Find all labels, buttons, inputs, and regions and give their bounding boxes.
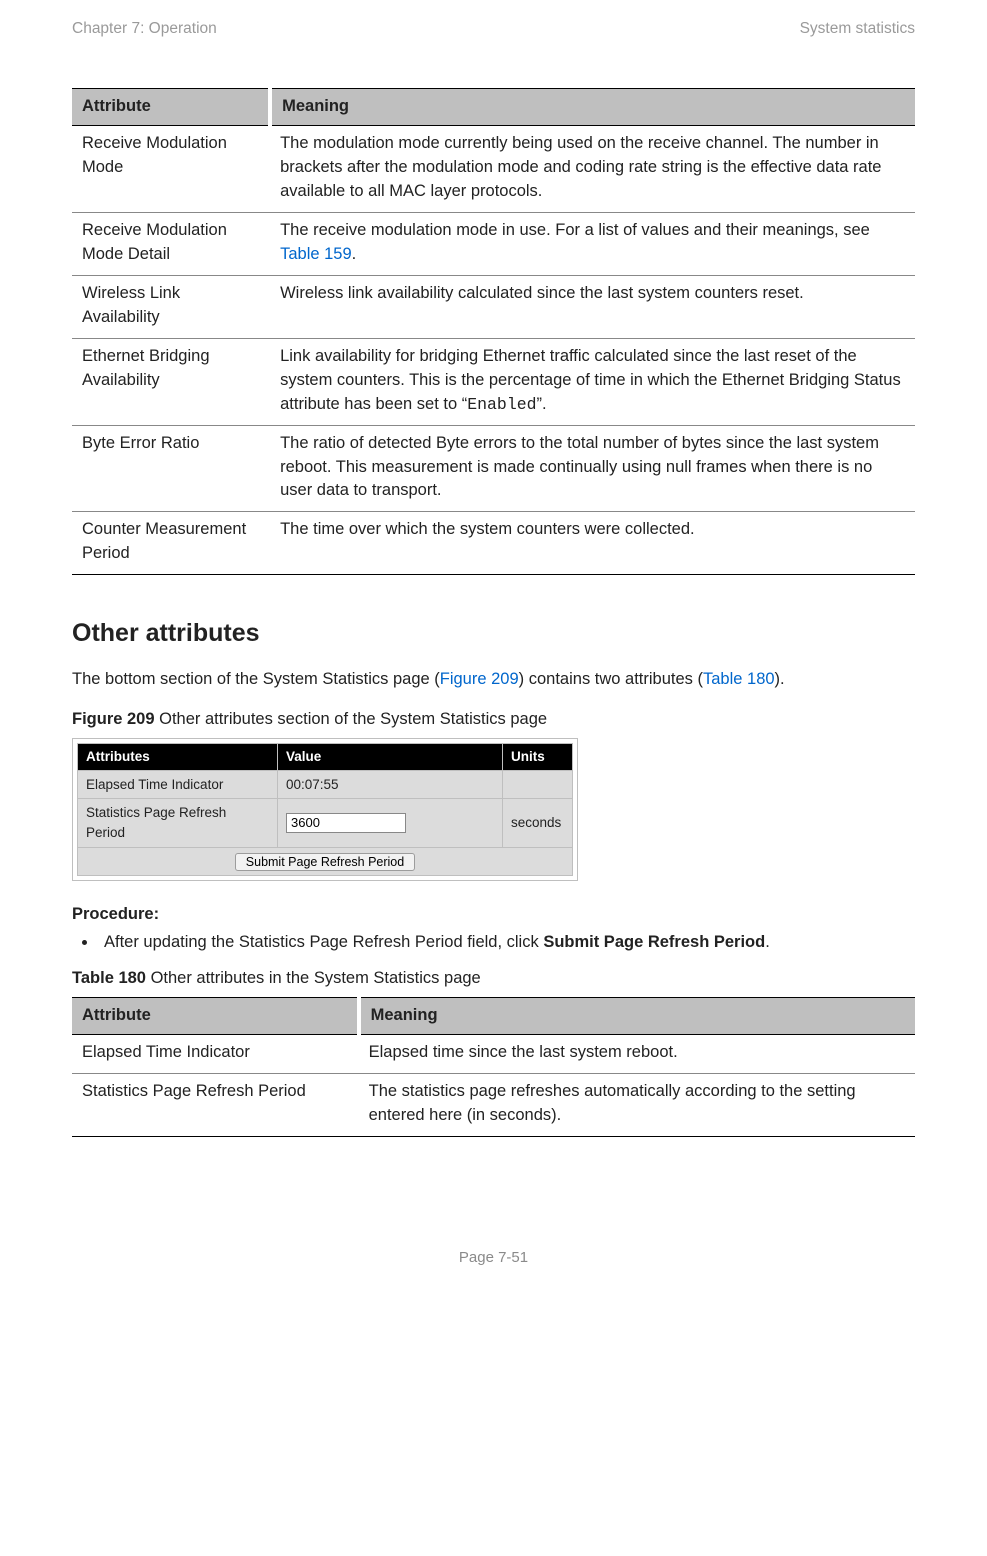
figure-caption-text: Other attributes section of the System S…	[155, 710, 548, 728]
fig-units	[503, 770, 573, 799]
text: The bottom section of the System Statist…	[72, 670, 440, 688]
table-row: Statistics Page Refresh Period The stati…	[72, 1073, 915, 1136]
procedure-item: After updating the Statistics Page Refre…	[98, 931, 915, 955]
col-header-meaning: Meaning	[270, 89, 915, 126]
table-row: Wireless Link Availability Wireless link…	[72, 276, 915, 339]
attr-cell: Receive Modulation Mode	[72, 126, 270, 213]
fig-col-attributes: Attributes	[78, 744, 278, 771]
text: ).	[775, 670, 785, 688]
fig-col-value: Value	[278, 744, 503, 771]
text: Link availability for bridging Ethernet …	[280, 347, 901, 413]
attr-cell: Elapsed Time Indicator	[72, 1034, 359, 1073]
attr-cell: Statistics Page Refresh Period	[72, 1073, 359, 1136]
chapter-label: Chapter 7: Operation	[72, 18, 217, 40]
col-header-attribute: Attribute	[72, 997, 359, 1034]
text: ) contains two attributes (	[519, 670, 703, 688]
fig-attr: Statistics Page Refresh Period	[78, 799, 278, 847]
table-row: Elapsed Time Indicator Elapsed time sinc…	[72, 1034, 915, 1073]
text: After updating the Statistics Page Refre…	[104, 933, 543, 951]
text: ”.	[537, 395, 547, 413]
fig-button-cell: Submit Page Refresh Period	[78, 847, 573, 876]
page-footer: Page 7-51	[72, 1247, 915, 1269]
meaning-cell: Link availability for bridging Ethernet …	[270, 338, 915, 425]
table-180-caption: Table 180 Other attributes in the System…	[72, 967, 915, 991]
fig-row: Elapsed Time Indicator 00:07:55	[78, 770, 573, 799]
meaning-cell: The statistics page refreshes automatica…	[359, 1073, 915, 1136]
text: .	[765, 933, 770, 951]
fig-col-units: Units	[503, 744, 573, 771]
meaning-cell: The receive modulation mode in use. For …	[270, 213, 915, 276]
attributes-table: Attribute Meaning Receive Modulation Mod…	[72, 88, 915, 575]
procedure-list: After updating the Statistics Page Refre…	[72, 931, 915, 955]
fig-attr: Elapsed Time Indicator	[78, 770, 278, 799]
figure-209-link[interactable]: Figure 209	[440, 670, 519, 688]
submit-refresh-button[interactable]: Submit Page Refresh Period	[235, 853, 415, 871]
text: The receive modulation mode in use. For …	[280, 221, 870, 239]
table-180: Attribute Meaning Elapsed Time Indicator…	[72, 997, 915, 1137]
meaning-cell: The time over which the system counters …	[270, 512, 915, 575]
intro-paragraph: The bottom section of the System Statist…	[72, 668, 915, 692]
table-row: Counter Measurement Period The time over…	[72, 512, 915, 575]
page-header: Chapter 7: Operation System statistics	[72, 18, 915, 40]
table-row: Receive Modulation Mode The modulation m…	[72, 126, 915, 213]
section-label: System statistics	[800, 18, 915, 40]
meaning-cell: The ratio of detected Byte errors to the…	[270, 425, 915, 512]
figure-table: Attributes Value Units Elapsed Time Indi…	[77, 743, 573, 876]
table-row: Ethernet Bridging Availability Link avai…	[72, 338, 915, 425]
fig-units: seconds	[503, 799, 573, 847]
procedure-label: Procedure:	[72, 903, 915, 927]
refresh-period-input[interactable]	[286, 813, 406, 833]
meaning-cell: The modulation mode currently being used…	[270, 126, 915, 213]
meaning-cell: Wireless link availability calculated si…	[270, 276, 915, 339]
table-159-link[interactable]: Table 159	[280, 245, 352, 263]
submit-bold: Submit Page Refresh Period	[543, 933, 765, 951]
table-row: Receive Modulation Mode Detail The recei…	[72, 213, 915, 276]
text: .	[352, 245, 357, 263]
col-header-attribute: Attribute	[72, 89, 270, 126]
attr-cell: Counter Measurement Period	[72, 512, 270, 575]
attr-cell: Wireless Link Availability	[72, 276, 270, 339]
figure-label: Figure 209	[72, 710, 155, 728]
table-180-caption-text: Other attributes in the System Statistic…	[146, 969, 481, 987]
table-180-link[interactable]: Table 180	[703, 670, 775, 688]
fig-button-row: Submit Page Refresh Period	[78, 847, 573, 876]
col-header-meaning: Meaning	[359, 997, 915, 1034]
section-heading: Other attributes	[72, 615, 915, 651]
attr-cell: Byte Error Ratio	[72, 425, 270, 512]
attr-cell: Receive Modulation Mode Detail	[72, 213, 270, 276]
fig-row: Statistics Page Refresh Period seconds	[78, 799, 573, 847]
enabled-code: Enabled	[467, 395, 536, 414]
figure-209: Attributes Value Units Elapsed Time Indi…	[72, 738, 578, 881]
figure-caption: Figure 209 Other attributes section of t…	[72, 708, 915, 732]
table-180-label: Table 180	[72, 969, 146, 987]
fig-value: 00:07:55	[278, 770, 503, 799]
table-row: Byte Error Ratio The ratio of detected B…	[72, 425, 915, 512]
meaning-cell: Elapsed time since the last system reboo…	[359, 1034, 915, 1073]
fig-value-cell	[278, 799, 503, 847]
attr-cell: Ethernet Bridging Availability	[72, 338, 270, 425]
